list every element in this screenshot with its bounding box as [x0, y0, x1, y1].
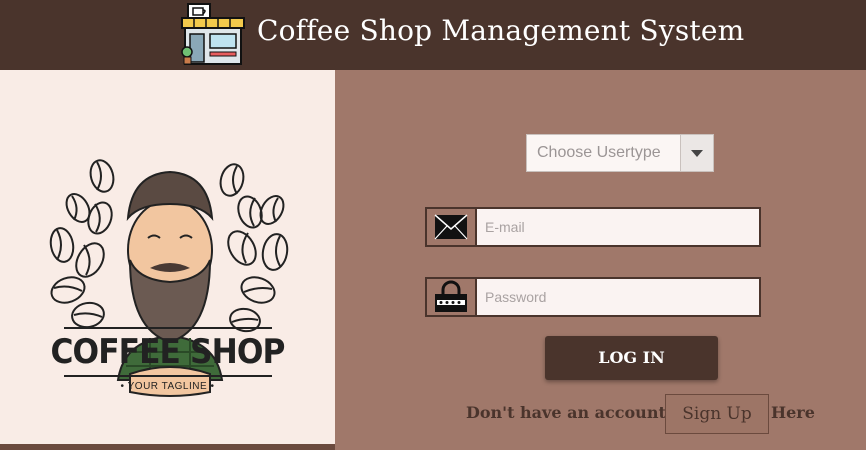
signup-suffix: Here: [771, 403, 815, 422]
logo-title: COFFEE SHOP: [50, 332, 285, 372]
login-button[interactable]: LOG IN: [545, 336, 718, 380]
brand-panel-bottom-border: [0, 444, 335, 450]
password-field-group: [425, 277, 761, 317]
logo-divider-top: [64, 327, 272, 329]
logo-tagline: • YOUR TAGLINE •: [120, 381, 215, 392]
app-header: Coffee Shop Management System: [0, 0, 866, 70]
envelope-icon: [427, 209, 477, 245]
signup-button[interactable]: Sign Up: [665, 394, 769, 434]
email-field-group: [425, 207, 761, 247]
usertype-dropdown[interactable]: Choose Usertype: [526, 134, 714, 172]
padlock-icon: [427, 279, 477, 315]
app-title: Coffee Shop Management System: [257, 14, 745, 47]
logo-divider-bottom: [64, 375, 272, 377]
email-input[interactable]: [477, 209, 757, 245]
chevron-down-icon[interactable]: [680, 135, 713, 171]
password-input[interactable]: [477, 279, 757, 315]
usertype-selected-value: Choose Usertype: [537, 144, 661, 161]
brand-panel: COFFEE SHOP • YOUR TAGLINE •: [0, 70, 335, 444]
signup-prompt: Don't have an account?: [466, 403, 676, 422]
coffee-shop-storefront-icon: [181, 3, 245, 65]
